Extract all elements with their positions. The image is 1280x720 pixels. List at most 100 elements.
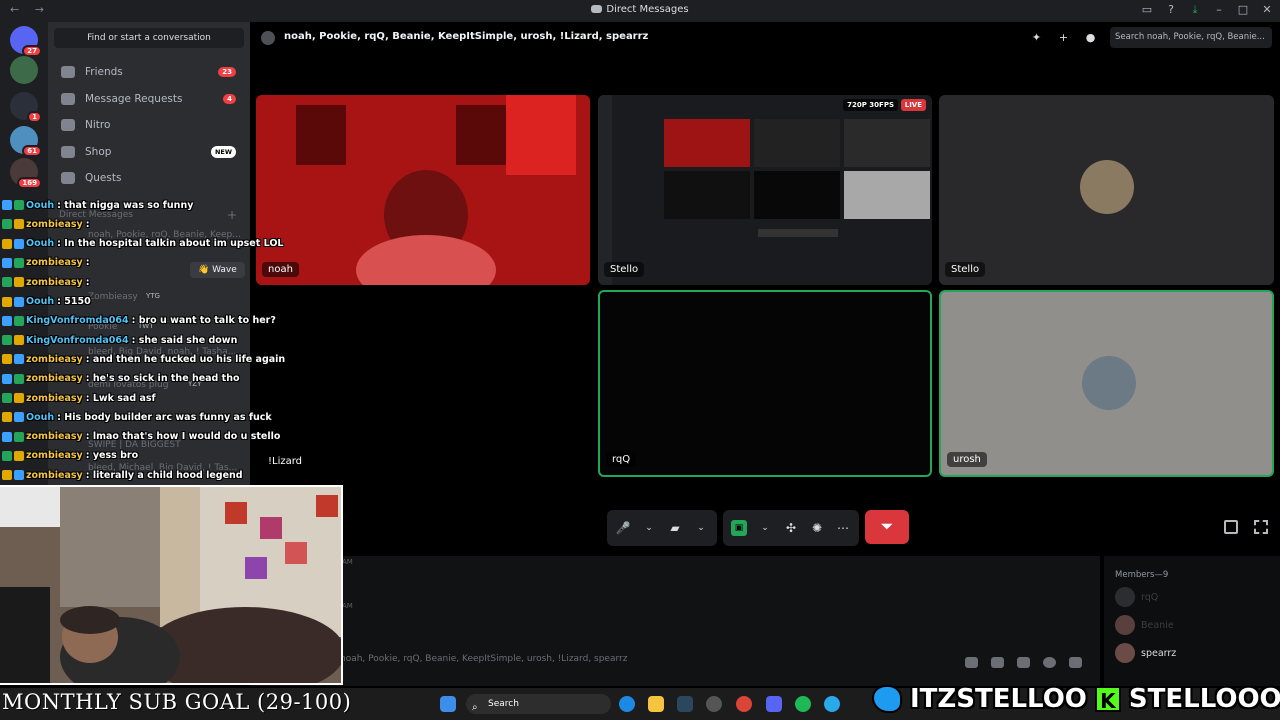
disconnect-button[interactable]: ⏷ xyxy=(865,510,909,544)
taskbar-search[interactable]: ⌕ Search xyxy=(466,694,611,714)
steam-icon[interactable] xyxy=(677,696,693,712)
chat-message: zombieasy: xyxy=(2,215,90,233)
mic-options-chevron-icon[interactable]: ⌄ xyxy=(641,520,657,536)
sidebar-item-friends[interactable]: Friends 23 xyxy=(54,60,244,84)
maximize-icon[interactable]: □ xyxy=(1236,3,1250,17)
window-controls: ▭ ? ⤓ – □ ✕ xyxy=(1140,3,1274,17)
members-icon[interactable]: ● xyxy=(1084,31,1097,44)
video-tile[interactable]: !Lizard xyxy=(256,290,590,477)
inbox-icon[interactable]: ▭ xyxy=(1140,3,1154,17)
socials-overlay: ITZSTELLOO K STELLOOO xyxy=(872,681,1280,717)
member-item[interactable]: rqQ xyxy=(1115,587,1158,607)
screen-share-icon[interactable]: ▣ xyxy=(731,520,747,536)
chat-text: : His body builder arc was funny as fuck xyxy=(57,411,272,423)
chat-message: zombieasy: he's so sick in the head tho xyxy=(2,370,240,388)
chat-badge-icon xyxy=(2,450,12,461)
chat-badge-icon xyxy=(2,219,12,230)
stello-screenshare xyxy=(598,95,932,285)
soundboard-icon[interactable]: ✺ xyxy=(809,520,825,536)
sticker-icon[interactable] xyxy=(1017,657,1030,668)
pin-icon[interactable]: ✦ xyxy=(1030,31,1043,44)
add-friend-icon[interactable]: + xyxy=(1057,31,1070,44)
more-options-icon[interactable]: ⋯ xyxy=(835,520,851,536)
search-icon: ⌕ xyxy=(472,702,478,713)
noah-video xyxy=(256,95,590,285)
chat-badge-icon xyxy=(14,277,24,288)
video-tile[interactable]: 720P 30FPS LIVE Stello xyxy=(598,95,932,285)
chat-text: : he's so sick in the head tho xyxy=(85,373,240,385)
friends-icon xyxy=(61,66,75,78)
spotify-icon[interactable] xyxy=(795,696,811,712)
discord-icon[interactable] xyxy=(766,696,782,712)
chat-message: Oouh: that nigga was so funny xyxy=(2,196,193,214)
count-badge: 23 xyxy=(218,67,236,77)
chat-message: zombieasy: literally a child hood legend xyxy=(2,466,243,484)
participant-name: urosh xyxy=(947,452,987,467)
header-search-input[interactable]: Search noah, Pookie, rqQ, Beanie... xyxy=(1110,27,1272,48)
microphone-icon[interactable]: 🎤 xyxy=(615,520,631,536)
chat-badge-icon xyxy=(14,335,24,346)
message-input[interactable]: noah, Pookie, rqQ, Beanie, KeepItSimple,… xyxy=(340,654,627,664)
apps-icon[interactable] xyxy=(1069,657,1082,668)
member-name: spearrz xyxy=(1141,647,1177,659)
server-icon[interactable]: 61 xyxy=(10,126,42,157)
message-area: AM AM noah, Pookie, rqQ, Beanie, KeepItS… xyxy=(250,556,1100,686)
member-item[interactable]: spearrz xyxy=(1115,643,1176,663)
video-tile[interactable]: Stello xyxy=(939,95,1274,285)
chat-text: : yess bro xyxy=(85,450,139,462)
server-icon[interactable]: 27 xyxy=(10,26,42,57)
camera-off-icon[interactable]: ▰ xyxy=(667,520,683,536)
file-explorer-icon[interactable] xyxy=(648,696,664,712)
participants-list: noah, Pookie, rqQ, Beanie, KeepItSimple,… xyxy=(284,31,649,42)
popout-icon[interactable] xyxy=(1224,520,1238,534)
obs-icon[interactable] xyxy=(706,696,722,712)
gif-icon[interactable] xyxy=(991,657,1004,668)
emoji-icon[interactable] xyxy=(1043,657,1056,668)
member-name: rqQ xyxy=(1141,591,1159,603)
close-icon[interactable]: ✕ xyxy=(1260,3,1274,17)
help-icon[interactable]: ? xyxy=(1164,3,1178,17)
chat-badge-icon xyxy=(14,315,24,326)
member-list: Members—9 rqQ Beanie spearrz xyxy=(1104,556,1280,686)
sidebar-item-nitro[interactable]: Nitro xyxy=(54,113,244,137)
server-icon[interactable] xyxy=(10,56,38,84)
chrome-icon[interactable] xyxy=(736,696,752,712)
webcam-image xyxy=(0,487,341,683)
sidebar-item-shop[interactable]: Shop NEW xyxy=(54,140,244,164)
camera-options-chevron-icon[interactable]: ⌄ xyxy=(693,520,709,536)
share-options-chevron-icon[interactable]: ⌄ xyxy=(757,520,773,536)
chat-badge-icon xyxy=(14,393,24,403)
chat-text: : she said she down xyxy=(131,334,238,346)
chat-badge-icon xyxy=(14,412,24,423)
video-tile[interactable]: urosh xyxy=(939,290,1274,477)
chat-badge-icon xyxy=(14,450,24,461)
chat-username: KingVonfromda064 xyxy=(26,315,129,327)
server-icon[interactable]: 1 xyxy=(10,92,42,123)
find-conversation-button[interactable]: Find or start a conversation xyxy=(54,28,244,48)
download-icon[interactable]: ⤓ xyxy=(1188,3,1202,17)
chat-text: : bro u want to talk to her? xyxy=(131,315,276,327)
sub-goal-overlay: MONTHLY SUB GOAL (29-100) xyxy=(2,690,352,714)
stream-chat-overlay: Oouh: that nigga was so funny zombieasy: O… xyxy=(0,178,285,484)
telegram-icon[interactable] xyxy=(824,696,840,712)
start-icon[interactable] xyxy=(440,696,456,712)
video-tile[interactable]: rqQ xyxy=(598,290,932,477)
minimize-icon[interactable]: – xyxy=(1212,3,1226,17)
video-tile[interactable]: noah xyxy=(256,95,590,285)
chat-badge-icon xyxy=(2,431,12,442)
gift-icon[interactable] xyxy=(965,657,978,668)
window-title: Direct Messages xyxy=(0,4,1280,15)
timestamp: AM xyxy=(342,558,353,566)
activities-icon[interactable]: ✣ xyxy=(783,520,799,536)
chat-badge-icon xyxy=(2,335,12,346)
count-badge: 4 xyxy=(223,93,236,104)
chat-message: zombieasy: lmao that's how I would do u … xyxy=(2,428,280,446)
edge-icon[interactable] xyxy=(619,696,635,712)
sidebar-item-label: Shop xyxy=(85,145,112,158)
chat-text: : lmao that's how I would do u stello xyxy=(85,431,281,443)
member-item[interactable]: Beanie xyxy=(1115,615,1174,635)
fullscreen-icon[interactable] xyxy=(1254,520,1268,534)
new-badge: NEW xyxy=(210,145,236,158)
participant-name: Stello xyxy=(604,262,645,277)
sidebar-item-message-requests[interactable]: Message Requests 4 xyxy=(54,87,244,111)
